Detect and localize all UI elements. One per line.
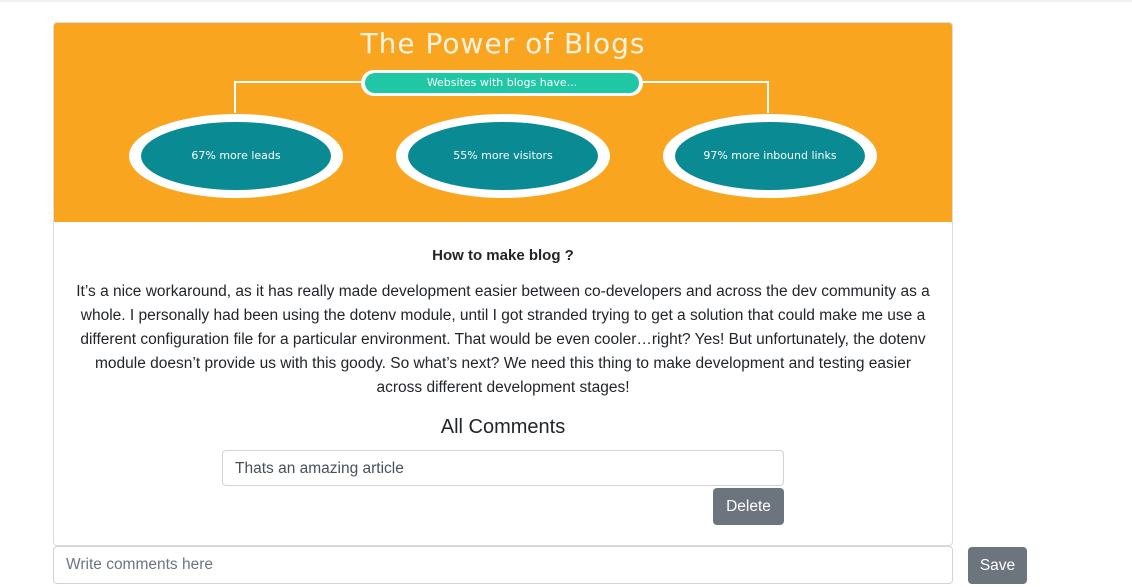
blog-card: The Power of Blogs Websites with blogs h… bbox=[53, 22, 953, 546]
banner-drop-right bbox=[767, 81, 769, 113]
banner-title: The Power of Blogs bbox=[360, 27, 646, 60]
comment-text: Thats an amazing article bbox=[222, 450, 784, 486]
banner-connector-right bbox=[643, 81, 769, 83]
banner-stat-links: 97% more inbound links bbox=[675, 122, 865, 190]
banner-stat-leads: 67% more leads bbox=[141, 122, 331, 190]
banner-stat-circle-visitors: 55% more visitors bbox=[396, 114, 610, 198]
save-comment-button[interactable]: Save bbox=[968, 547, 1027, 584]
banner-pill-label: Websites with blogs have... bbox=[365, 73, 639, 93]
banner-stat-visitors: 55% more visitors bbox=[408, 122, 598, 190]
banner-pill: Websites with blogs have... bbox=[361, 70, 643, 96]
banner-stat-circle-links: 97% more inbound links bbox=[663, 114, 877, 198]
comment-input[interactable] bbox=[53, 546, 953, 584]
post-title: How to make blog ? bbox=[432, 247, 574, 264]
post-body: It’s a nice workaround, as it has really… bbox=[76, 283, 930, 396]
blog-banner-image: The Power of Blogs Websites with blogs h… bbox=[54, 23, 952, 222]
top-divider bbox=[0, 0, 1132, 2]
banner-drop-left bbox=[234, 81, 236, 113]
banner-stat-circle-leads: 67% more leads bbox=[129, 114, 343, 198]
comments-heading: All Comments bbox=[440, 416, 566, 438]
banner-connector-left bbox=[234, 81, 361, 83]
delete-comment-button[interactable]: Delete bbox=[713, 488, 784, 525]
